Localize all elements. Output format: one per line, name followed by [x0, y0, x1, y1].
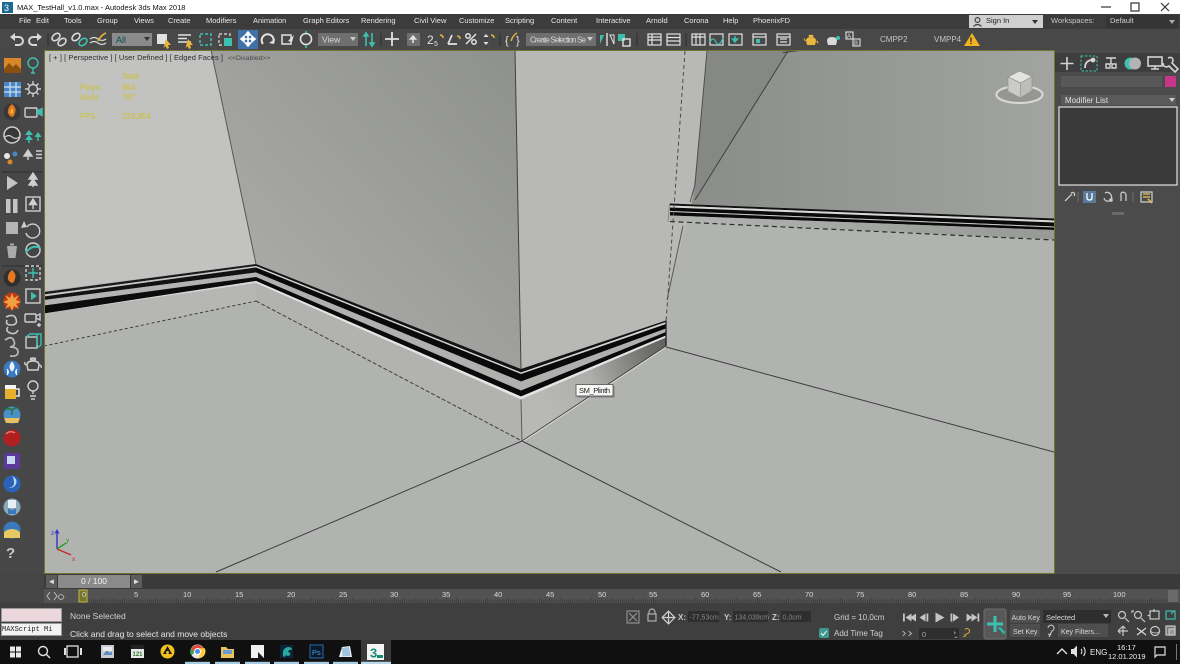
svg-text:Z:: Z:: [772, 613, 780, 622]
svg-text:797: 797: [122, 93, 136, 102]
svg-text:Set Key: Set Key: [1013, 629, 1038, 636]
svg-text:0: 0: [922, 630, 926, 639]
svg-text:Auto Key: Auto Key: [1012, 615, 1041, 622]
svg-text:[ + ] [ Perspective ] [ User D: [ + ] [ Perspective ] [ User Defined ] […: [49, 53, 223, 62]
svg-text:5: 5: [434, 41, 438, 48]
svg-text:0: 0: [82, 590, 86, 599]
svg-text:55: 55: [649, 590, 657, 599]
svg-text:70: 70: [805, 590, 813, 599]
svg-text:}: }: [516, 35, 520, 47]
svg-text:A: A: [847, 34, 851, 40]
svg-text:25: 25: [339, 590, 347, 599]
svg-text:3: 3: [4, 3, 9, 13]
svg-text:ENG: ENG: [1090, 648, 1107, 657]
svg-text:45: 45: [546, 590, 554, 599]
svg-text:SM_Plinth: SM_Plinth: [579, 386, 610, 395]
svg-text:?: ?: [6, 545, 15, 562]
svg-text:Ps: Ps: [312, 648, 321, 657]
svg-text:Key Filters...: Key Filters...: [1061, 629, 1100, 636]
svg-text:2: 2: [427, 33, 434, 47]
svg-text:3: 3: [370, 646, 377, 661]
svg-text:Verts:: Verts:: [80, 93, 100, 102]
svg-text:12.01.2019: 12.01.2019: [1108, 652, 1146, 661]
svg-text:664: 664: [122, 83, 136, 92]
svg-text:!: !: [970, 36, 973, 46]
svg-text:All: All: [116, 35, 126, 45]
svg-text:0,0cm: 0,0cm: [783, 615, 802, 622]
svg-text:<<Disabled>>: <<Disabled>>: [228, 55, 270, 62]
svg-text:65: 65: [753, 590, 761, 599]
svg-text:Y:: Y:: [724, 613, 731, 622]
svg-text:10: 10: [183, 590, 191, 599]
svg-text:80: 80: [908, 590, 916, 599]
svg-text:VMPP4: VMPP4: [934, 35, 962, 44]
svg-text:85: 85: [960, 590, 968, 599]
svg-text:-77,53cm: -77,53cm: [690, 615, 719, 622]
svg-text:X:: X:: [678, 613, 686, 622]
svg-text:Polys:: Polys:: [80, 83, 102, 92]
svg-text:229,854: 229,854: [122, 112, 151, 121]
svg-text:B: B: [854, 41, 858, 47]
svg-text:121: 121: [133, 652, 144, 658]
svg-text:Grid = 10,0cm: Grid = 10,0cm: [834, 613, 885, 622]
svg-text:Create Selection Se: Create Selection Se: [530, 36, 587, 45]
svg-text:40: 40: [494, 590, 502, 599]
svg-text:50: 50: [598, 590, 606, 599]
svg-text:CMPP2: CMPP2: [880, 35, 908, 44]
svg-text:20: 20: [287, 590, 295, 599]
svg-text:Total: Total: [122, 72, 139, 81]
svg-text:16:17: 16:17: [1117, 643, 1136, 652]
svg-text:100: 100: [1113, 590, 1126, 599]
svg-text:Modifier List: Modifier List: [1065, 96, 1109, 105]
svg-text:60: 60: [701, 590, 709, 599]
svg-text:{: {: [505, 35, 509, 47]
svg-text:90: 90: [1012, 590, 1020, 599]
svg-text:Add Time Tag: Add Time Tag: [834, 629, 883, 638]
svg-text:5: 5: [134, 590, 138, 599]
svg-text:35: 35: [442, 590, 450, 599]
svg-text:FPS:: FPS:: [80, 112, 98, 121]
svg-text:134,039cm: 134,039cm: [735, 615, 770, 622]
svg-text:75: 75: [856, 590, 864, 599]
svg-text:View: View: [322, 35, 341, 45]
svg-text:z: z: [51, 530, 54, 537]
svg-text:Selected: Selected: [1046, 613, 1075, 622]
svg-text:30: 30: [390, 590, 398, 599]
svg-text:95: 95: [1063, 590, 1071, 599]
svg-text:15: 15: [235, 590, 243, 599]
